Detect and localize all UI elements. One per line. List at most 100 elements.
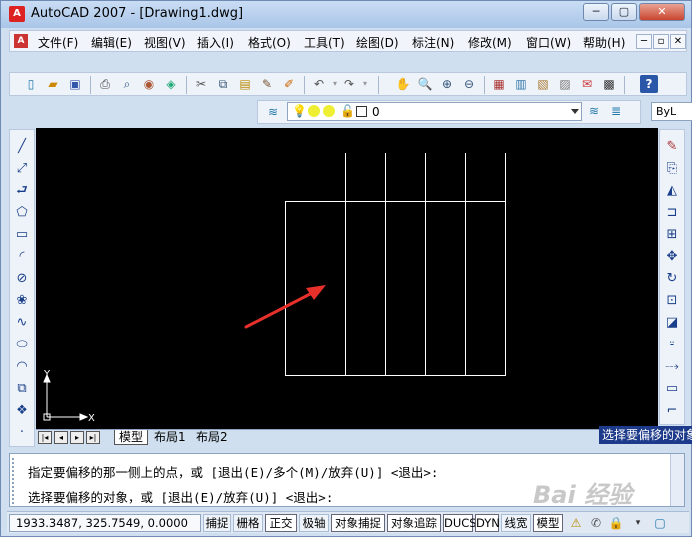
array-icon[interactable]: ⊞	[663, 226, 681, 244]
menu-window[interactable]: 窗口(W)	[526, 34, 571, 51]
polar-toggle[interactable]: 极轴	[299, 514, 329, 532]
print-preview-icon[interactable]: ⌕	[118, 75, 136, 93]
model-toggle[interactable]: 模型	[533, 514, 563, 532]
polygon-icon[interactable]: ⬠	[13, 204, 31, 222]
minimize-button[interactable]: ─	[583, 3, 609, 21]
lineweight-toggle[interactable]: 线宽	[501, 514, 531, 532]
snap-toggle[interactable]: 捕捉	[203, 514, 231, 532]
layer-dropdown[interactable]: 💡 🔓 0	[287, 102, 582, 121]
redo-dropdown-icon[interactable]: ▾	[356, 75, 374, 93]
polyline-icon[interactable]: ⮐	[13, 182, 31, 200]
ducs-toggle[interactable]: DUCS	[443, 514, 477, 532]
zoom-previous-icon[interactable]: ⊖	[460, 75, 478, 93]
layer-lock-icon[interactable]: 🔓	[340, 104, 355, 118]
color-control-dropdown[interactable]: ByL	[651, 102, 692, 121]
save-icon[interactable]: ▣	[66, 75, 84, 93]
clean-screen-icon[interactable]: ▢	[651, 514, 669, 532]
layer-on-icon[interactable]: 💡	[292, 104, 307, 118]
publish-icon[interactable]: ◉	[140, 75, 158, 93]
annotation-scale-icon[interactable]: ⚠	[567, 514, 585, 532]
menu-dimension[interactable]: 标注(N)	[412, 34, 454, 51]
paste-icon[interactable]: ▤	[236, 75, 254, 93]
menu-help[interactable]: 帮助(H)	[583, 34, 625, 51]
last-tab-icon[interactable]: ▸|	[86, 431, 100, 444]
command-scrollbar[interactable]	[670, 454, 684, 506]
rotate-icon[interactable]: ↻	[663, 270, 681, 288]
properties-icon[interactable]: ▦	[490, 75, 508, 93]
break-icon[interactable]: ▭	[663, 380, 681, 398]
grid-toggle[interactable]: 栅格	[233, 514, 263, 532]
copy-icon[interactable]: ⧉	[214, 75, 232, 93]
construction-line-icon[interactable]: ⤢	[13, 160, 31, 178]
match-properties-icon[interactable]: ✎	[258, 75, 276, 93]
chevron-down-icon[interactable]	[571, 109, 579, 114]
next-tab-icon[interactable]: ▸	[70, 431, 84, 444]
open-icon[interactable]: ▰	[44, 75, 62, 93]
ellipse-icon[interactable]: ⬭	[13, 336, 31, 354]
tool-palettes-icon[interactable]: ▧	[534, 75, 552, 93]
layer-previous-icon[interactable]: ≣	[607, 102, 625, 120]
doc-close-button[interactable]: ✕	[670, 34, 686, 49]
lock-icon[interactable]: 🔒	[607, 514, 625, 532]
scale-icon[interactable]: ⊡	[663, 292, 681, 310]
insert-block-icon[interactable]: ⧉	[13, 380, 31, 398]
new-icon[interactable]: ▯	[22, 75, 40, 93]
tab-layout2[interactable]: 布局2	[192, 430, 232, 445]
trim-icon[interactable]: ⸚	[663, 336, 681, 354]
tray-settings-icon[interactable]: ▾	[629, 514, 647, 532]
ortho-toggle[interactable]: 正交	[265, 514, 297, 532]
erase-icon[interactable]: ✎	[663, 138, 681, 156]
doc-restore-button[interactable]: ▫	[653, 34, 669, 49]
cut-icon[interactable]: ✂	[192, 75, 210, 93]
document-icon[interactable]: A	[14, 34, 28, 48]
coordinate-display[interactable]: 1933.3487, 325.7549, 0.0000	[9, 514, 201, 532]
menu-edit[interactable]: 编辑(E)	[91, 34, 132, 51]
doc-minimize-button[interactable]: ─	[636, 34, 652, 49]
move-icon[interactable]: ✥	[663, 248, 681, 266]
spline-icon[interactable]: ∿	[13, 314, 31, 332]
quickcalc-icon[interactable]: ▩	[600, 75, 618, 93]
mirror-icon[interactable]: ◭	[663, 182, 681, 200]
menu-format[interactable]: 格式(O)	[248, 34, 291, 51]
otrack-toggle[interactable]: 对象追踪	[387, 514, 441, 532]
dyn-toggle[interactable]: DYN	[475, 514, 500, 532]
close-button[interactable]: ✕	[639, 3, 685, 21]
zoom-realtime-icon[interactable]: 🔍	[416, 75, 434, 93]
revision-cloud-icon[interactable]: ❀	[13, 292, 31, 310]
menu-draw[interactable]: 绘图(D)	[356, 34, 399, 51]
menu-file[interactable]: 文件(F)	[38, 34, 78, 51]
circle-icon[interactable]: ⊘	[13, 270, 31, 288]
line-icon[interactable]: ╱	[13, 138, 31, 156]
zoom-window-icon[interactable]: ⊕	[438, 75, 456, 93]
arc-icon[interactable]: ◜	[13, 248, 31, 266]
etransmit-icon[interactable]: ◈	[162, 75, 180, 93]
block-editor-icon[interactable]: ✐	[280, 75, 298, 93]
markup-set-manager-icon[interactable]: ✉	[578, 75, 596, 93]
layer-manager-icon[interactable]: ≋	[264, 103, 282, 121]
menu-view[interactable]: 视图(V)	[144, 34, 186, 51]
print-icon[interactable]: ⎙	[96, 75, 114, 93]
pan-realtime-icon[interactable]: ✋	[394, 75, 412, 93]
help-icon[interactable]: ?	[640, 75, 658, 93]
copy-object-icon[interactable]: ⎘	[663, 160, 681, 178]
command-grip[interactable]	[12, 458, 22, 504]
communication-center-icon[interactable]: ✆	[587, 514, 605, 532]
layer-vp-freeze-icon[interactable]	[323, 105, 335, 117]
autocad-app-icon[interactable]: A	[9, 6, 25, 22]
extend-icon[interactable]: ⤏	[663, 358, 681, 376]
menu-insert[interactable]: 插入(I)	[197, 34, 234, 51]
ellipse-arc-icon[interactable]: ◠	[13, 358, 31, 376]
sheet-set-manager-icon[interactable]: ▨	[556, 75, 574, 93]
title-bar[interactable]: A AutoCAD 2007 - [Drawing1.dwg] ─ ▢ ✕	[1, 1, 691, 28]
rectangle-icon[interactable]: ▭	[13, 226, 31, 244]
drawing-canvas[interactable]: Y X	[36, 128, 658, 429]
make-layer-current-icon[interactable]: ≋	[585, 102, 603, 120]
chamfer-icon[interactable]: ⌐	[663, 402, 681, 420]
design-center-icon[interactable]: ▥	[512, 75, 530, 93]
menu-modify[interactable]: 修改(M)	[468, 34, 512, 51]
restore-button[interactable]: ▢	[611, 3, 637, 21]
make-block-icon[interactable]: ❖	[13, 402, 31, 420]
prev-tab-icon[interactable]: ◂	[54, 431, 68, 444]
tab-model[interactable]: 模型	[114, 430, 149, 445]
first-tab-icon[interactable]: |◂	[38, 431, 52, 444]
